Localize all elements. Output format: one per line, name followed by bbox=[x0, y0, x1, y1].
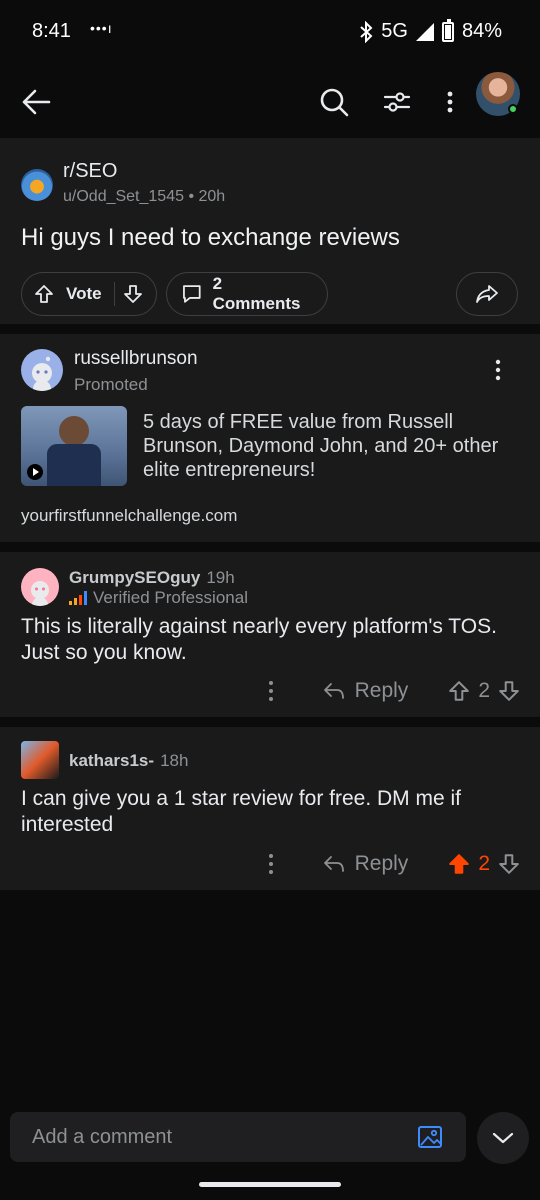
comment-author[interactable]: GrumpySEOguy bbox=[69, 568, 200, 587]
snoo-avatar-icon bbox=[31, 581, 49, 606]
share-button[interactable] bbox=[456, 272, 518, 316]
comment-actions: Reply 2 bbox=[261, 847, 540, 881]
vote-control: Vote bbox=[21, 272, 157, 316]
search-button[interactable] bbox=[312, 82, 356, 122]
filter-icon bbox=[383, 92, 411, 112]
post-card: r/SEO u/Odd_Set_1545 • 20h Hi guys I nee… bbox=[0, 138, 540, 324]
promoted-label: Promoted bbox=[74, 375, 148, 394]
comments-button[interactable]: 2 Comments bbox=[166, 272, 328, 316]
more-options-button[interactable] bbox=[440, 82, 460, 122]
reply-button[interactable]: Reply bbox=[323, 852, 409, 876]
chevron-down-icon bbox=[492, 1132, 514, 1144]
bottom-bar: Add a comment bbox=[0, 1100, 540, 1200]
status-time: 8:41 bbox=[32, 20, 71, 42]
reply-label: Reply bbox=[354, 679, 409, 702]
comment-author-line[interactable]: GrumpySEOguy 19h bbox=[69, 568, 235, 588]
reply-button[interactable]: Reply bbox=[323, 679, 409, 703]
advertiser-avatar[interactable] bbox=[21, 349, 63, 391]
comment-body: This is literally against nearly every p… bbox=[21, 615, 497, 664]
more-vertical-icon bbox=[447, 91, 453, 113]
status-bar: 8:41 •••ı 5G 84% bbox=[0, 0, 540, 66]
user-flair: Verified Professional bbox=[69, 588, 248, 608]
vote-divider bbox=[113, 282, 115, 306]
downvote-icon[interactable] bbox=[498, 680, 520, 702]
battery-icon bbox=[441, 18, 454, 42]
back-button[interactable] bbox=[16, 84, 56, 120]
promoted-ad-card[interactable]: russellbrunson Promoted 5 days of FREE v… bbox=[0, 334, 540, 542]
upvote-icon[interactable] bbox=[448, 680, 470, 702]
comment: GrumpySEOguy 19h Verified Professional Th… bbox=[0, 552, 540, 717]
upvote-filled-icon[interactable] bbox=[448, 853, 470, 875]
thumbnail-person-head bbox=[59, 416, 89, 446]
upvote-icon[interactable] bbox=[34, 284, 54, 304]
thumbnail-person-body bbox=[47, 444, 101, 486]
collapse-comments-button[interactable] bbox=[477, 1112, 529, 1164]
ad-video-thumbnail[interactable] bbox=[21, 406, 127, 486]
comment-score: 2 bbox=[478, 679, 490, 702]
vote-label: Vote bbox=[66, 284, 102, 303]
comment-actions: Reply 2 bbox=[261, 674, 540, 708]
downvote-icon[interactable] bbox=[123, 284, 143, 304]
reply-label: Reply bbox=[354, 852, 409, 875]
subreddit-icon[interactable] bbox=[21, 169, 53, 201]
ad-headline[interactable]: 5 days of FREE value from Russell Brunso… bbox=[143, 410, 523, 482]
flair-label: Verified Professional bbox=[93, 588, 248, 607]
online-status-dot bbox=[508, 104, 518, 114]
sort-filter-button[interactable] bbox=[377, 82, 417, 122]
ad-more-icon[interactable] bbox=[488, 358, 508, 382]
commenter-avatar[interactable] bbox=[21, 741, 59, 779]
reply-arrow-icon bbox=[323, 856, 344, 872]
network-label: 5G bbox=[381, 20, 408, 42]
add-comment-input[interactable]: Add a comment bbox=[10, 1112, 466, 1162]
comments-count-label: 2 Comments bbox=[212, 274, 301, 313]
comment: kathars1s- 18h I can give you a 1 star re… bbox=[0, 727, 540, 890]
share-icon bbox=[476, 285, 498, 303]
comment-score: 2 bbox=[478, 852, 490, 875]
top-app-bar bbox=[0, 66, 540, 138]
comment-body: I can give you a 1 star review for free.… bbox=[21, 787, 461, 836]
subreddit-name[interactable]: r/SEO bbox=[63, 160, 117, 183]
signal-bars-icon bbox=[69, 591, 87, 605]
signal-icon bbox=[415, 22, 434, 41]
comment-more-icon[interactable] bbox=[261, 852, 281, 876]
status-indicators: 5G 84% bbox=[359, 18, 502, 43]
ad-url[interactable]: yourfirstfunnelchallenge.com bbox=[21, 506, 237, 526]
post-title: Hi guys I need to exchange reviews bbox=[21, 224, 400, 251]
comment-author[interactable]: kathars1s- bbox=[69, 751, 154, 770]
downvote-icon[interactable] bbox=[498, 853, 520, 875]
back-arrow-icon bbox=[22, 89, 51, 115]
image-attach-icon[interactable] bbox=[417, 1125, 443, 1149]
comment-time: 19h bbox=[206, 568, 235, 587]
play-icon bbox=[27, 464, 43, 480]
commenter-avatar[interactable] bbox=[21, 568, 59, 606]
home-indicator[interactable] bbox=[199, 1182, 341, 1187]
bluetooth-icon bbox=[360, 20, 373, 43]
post-author-meta[interactable]: u/Odd_Set_1545 • 20h bbox=[63, 188, 225, 206]
comment-bubble-icon bbox=[183, 285, 201, 303]
notification-dots: •••ı bbox=[90, 20, 113, 36]
advertiser-name[interactable]: russellbrunson bbox=[74, 348, 198, 370]
reply-arrow-icon bbox=[323, 683, 344, 699]
comment-time: 18h bbox=[160, 751, 189, 770]
search-icon bbox=[320, 88, 349, 117]
battery-percent: 84% bbox=[461, 20, 502, 42]
comment-more-icon[interactable] bbox=[261, 679, 281, 703]
snoo-avatar-icon bbox=[32, 356, 52, 391]
comment-author-line[interactable]: kathars1s- 18h bbox=[69, 751, 188, 771]
